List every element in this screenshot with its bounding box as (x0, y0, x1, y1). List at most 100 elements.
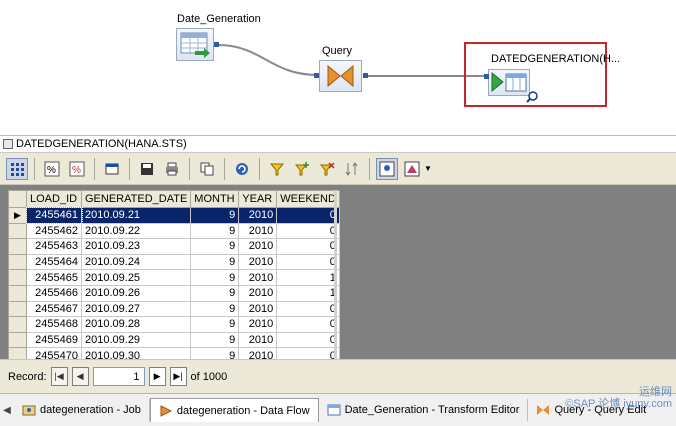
table-row[interactable]: 2455466 2010.09.26 9 2010 1 (8, 284, 340, 302)
column-header[interactable]: YEAR (238, 190, 278, 208)
table-cell[interactable]: 2010.09.26 (80, 284, 192, 302)
query-input-port (314, 73, 319, 78)
table-row[interactable]: 2455465 2010.09.25 9 2010 1 (8, 269, 340, 286)
table-cell[interactable]: 0 (276, 300, 340, 318)
table-cell[interactable]: 2455465 (26, 269, 82, 286)
table-cell[interactable]: 2010.09.22 (80, 222, 192, 240)
toolbar-separator (259, 157, 260, 180)
grid-view-button[interactable] (6, 157, 28, 180)
column-header[interactable]: GENERATED_DATE (80, 190, 192, 208)
table-cell[interactable]: 2455467 (26, 300, 82, 318)
refresh-button[interactable] (231, 158, 253, 180)
table-cell[interactable]: 2010 (238, 269, 278, 286)
sort-button[interactable] (341, 158, 363, 180)
table-cell[interactable]: 9 (190, 222, 240, 240)
table-cell[interactable]: 9 (190, 284, 240, 302)
table-cell[interactable]: 2010 (238, 207, 278, 224)
table-cell[interactable]: 9 (190, 253, 240, 271)
table-cell[interactable]: 2010.09.21 (80, 207, 192, 224)
table-cell[interactable]: 9 (190, 238, 240, 255)
table-cell[interactable]: 2010 (238, 300, 278, 318)
target-table-node[interactable] (488, 69, 538, 103)
row-selector[interactable] (8, 269, 27, 286)
table-cell[interactable]: 2455466 (26, 284, 82, 302)
table-cell[interactable]: 2455469 (26, 331, 82, 349)
column-header[interactable]: MONTH (190, 190, 240, 208)
table-cell[interactable]: 2010.09.23 (80, 238, 192, 255)
last-record-button[interactable]: ▶| (169, 367, 187, 386)
open-in-window-button[interactable] (101, 158, 123, 180)
table-cell[interactable]: 2010.09.25 (80, 269, 192, 286)
table-cell[interactable]: 0 (276, 207, 340, 224)
table-row[interactable]: 2455467 2010.09.27 9 2010 0 (8, 300, 340, 318)
table-cell[interactable]: 2010 (238, 331, 278, 349)
column-header[interactable]: LOAD_ID (26, 190, 82, 208)
table-cell[interactable]: 2455462 (26, 222, 82, 240)
table-cell[interactable]: 1 (276, 269, 340, 286)
row-selector[interactable] (8, 238, 27, 255)
table-cell[interactable]: 9 (190, 300, 240, 318)
table-cell[interactable]: 9 (190, 207, 240, 224)
table-cell[interactable]: 2010 (238, 238, 278, 255)
first-record-button[interactable]: |◀ (50, 367, 68, 386)
view-options-button[interactable] (401, 158, 423, 180)
table-cell[interactable]: 9 (190, 331, 240, 349)
table-cell[interactable]: 2455461 (25, 206, 83, 225)
table-row[interactable]: 2455469 2010.09.29 9 2010 0 (8, 331, 340, 349)
table-cell[interactable]: 2010 (238, 222, 278, 240)
tab-job[interactable]: dategeneration - Job (14, 399, 150, 421)
table-row[interactable]: 2455464 2010.09.24 9 2010 0 (8, 253, 340, 271)
column-header[interactable]: WEEKEND (276, 190, 340, 208)
table-cell[interactable]: 2010.09.29 (80, 331, 192, 349)
grid-scrollbar[interactable] (334, 190, 337, 359)
copy-button[interactable] (196, 158, 218, 180)
column-profile-button[interactable] (376, 157, 398, 180)
save-button[interactable] (136, 158, 158, 180)
table-row[interactable]: 2455463 2010.09.23 9 2010 0 (8, 238, 340, 255)
query-node[interactable] (319, 60, 362, 92)
table-cell[interactable]: 2455463 (26, 238, 82, 255)
table-cell[interactable]: 2010.09.24 (80, 253, 192, 271)
table-cell[interactable]: 0 (276, 316, 340, 333)
last-record-icon: ▶| (173, 371, 183, 381)
show-percent-button[interactable]: % (41, 158, 63, 180)
next-record-button[interactable]: ▶ (148, 367, 166, 386)
table-cell[interactable]: 0 (276, 331, 340, 349)
table-cell[interactable]: 2455468 (26, 316, 82, 333)
dataflow-canvas[interactable]: Date_Generation Query DATEDGENERATION(H.… (0, 0, 676, 136)
table-cell[interactable]: 2010 (238, 316, 278, 333)
record-number-input[interactable] (92, 367, 145, 386)
row-selector[interactable] (8, 316, 27, 333)
table-row[interactable]: ▶ 2455461 2010.09.21 9 2010 0 (8, 206, 340, 225)
tab-transform-editor[interactable]: Date_Generation - Transform Editor (319, 399, 529, 421)
table-cell[interactable]: 9 (190, 269, 240, 286)
filter-button[interactable] (266, 158, 288, 180)
table-cell[interactable]: 0 (276, 238, 340, 255)
remove-filter-button[interactable] (316, 158, 338, 180)
previous-record-button[interactable]: ◀ (71, 367, 89, 386)
table-cell[interactable]: 2010.09.28 (80, 316, 192, 333)
table-cell[interactable]: 2010 (238, 284, 278, 302)
tab-scroll-left-icon[interactable]: ◀ (0, 399, 14, 421)
row-selector[interactable]: ▶ (8, 207, 27, 224)
row-selector[interactable] (8, 284, 27, 302)
table-cell[interactable]: 2455464 (26, 253, 82, 271)
table-cell[interactable]: 2010 (238, 253, 278, 271)
print-button[interactable] (161, 158, 183, 180)
date-generation-node[interactable] (176, 28, 214, 61)
table-cell[interactable]: 0 (276, 222, 340, 240)
tab-data-flow[interactable]: dategeneration - Data Flow (149, 398, 319, 422)
row-selector[interactable] (8, 222, 27, 240)
table-row[interactable]: 2455462 2010.09.22 9 2010 0 (8, 222, 340, 240)
view-options-dropdown-icon[interactable]: ▼ (424, 164, 432, 173)
table-cell[interactable]: 9 (190, 316, 240, 333)
table-cell[interactable]: 1 (276, 284, 340, 302)
row-selector[interactable] (8, 300, 27, 318)
table-cell[interactable]: 2010.09.27 (80, 300, 192, 318)
row-selector[interactable] (8, 331, 27, 349)
table-row[interactable]: 2455468 2010.09.28 9 2010 0 (8, 316, 340, 333)
add-filter-button[interactable] (291, 158, 313, 180)
row-selector[interactable] (8, 253, 27, 271)
table-cell[interactable]: 0 (276, 253, 340, 271)
show-stats-button[interactable]: % (66, 158, 88, 180)
